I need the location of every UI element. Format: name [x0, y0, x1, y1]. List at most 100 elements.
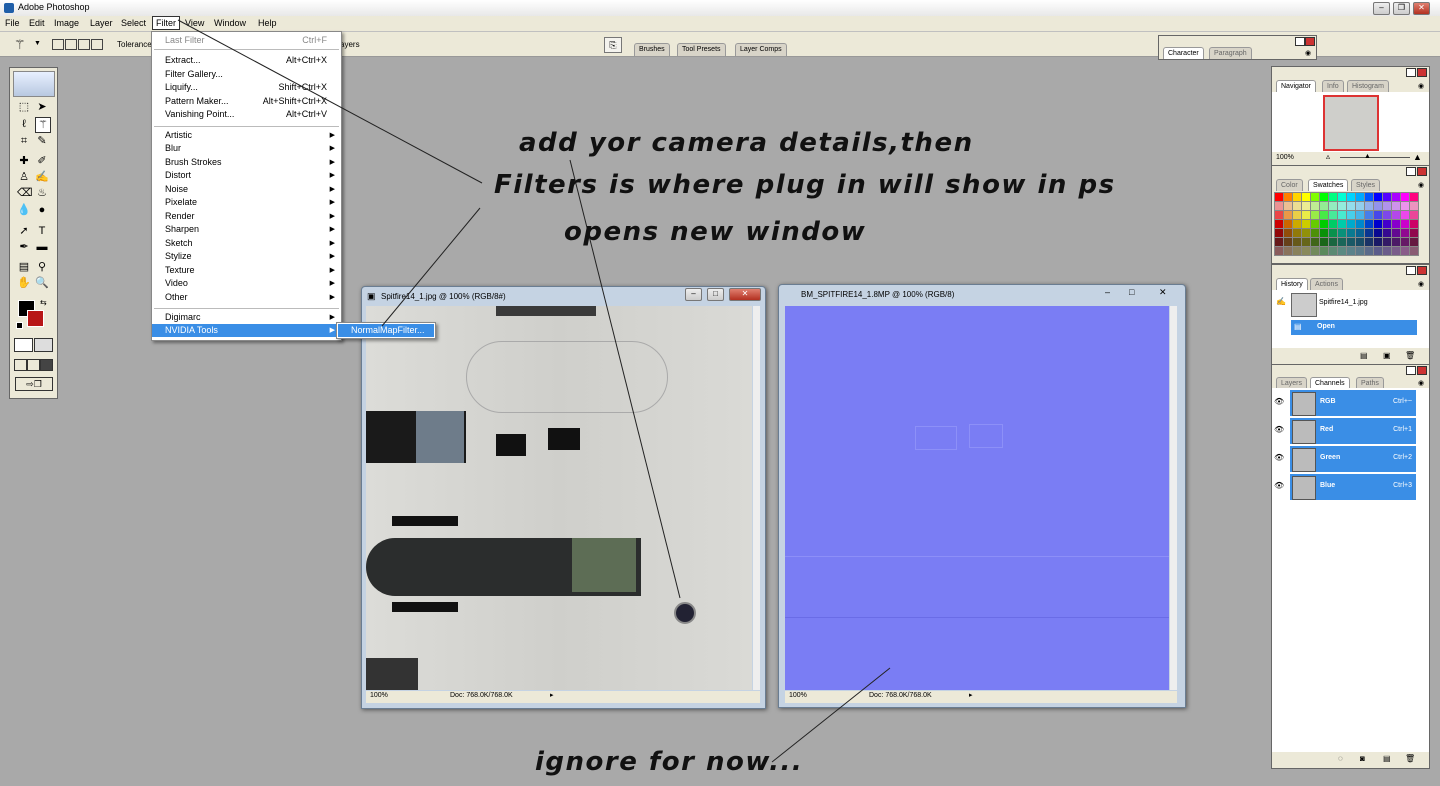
new-snapshot-icon[interactable]: ▣: [1383, 351, 1391, 360]
close-button[interactable]: ✕: [1413, 2, 1430, 15]
history-brush-source-icon[interactable]: ✍: [1276, 297, 1286, 306]
doc1-maximize-button[interactable]: □: [707, 288, 724, 301]
eye-visibility-icon[interactable]: 👁: [1274, 481, 1284, 490]
slice-icon[interactable]: ✎: [35, 134, 49, 148]
minimize-button[interactable]: –: [1373, 2, 1390, 15]
new-document-from-state-icon[interactable]: ▤: [1360, 351, 1368, 360]
zoom-out-icon[interactable]: ▵: [1326, 152, 1330, 161]
channel-row[interactable]: 👁 Red Ctrl+1: [1274, 418, 1416, 444]
type-icon[interactable]: T: [35, 224, 49, 238]
tab-history[interactable]: History: [1276, 278, 1308, 290]
screen-mode-full-menu-icon[interactable]: [27, 359, 40, 371]
menu-help[interactable]: Help: [255, 17, 280, 29]
hand-icon[interactable]: ✋: [17, 276, 31, 290]
menu-file[interactable]: File: [2, 17, 23, 29]
menu-image[interactable]: Image: [51, 17, 82, 29]
marquee-icon[interactable]: ⬚: [17, 100, 31, 114]
menu-item-liquify[interactable]: Liquify... Shift+Ctrl+X: [152, 81, 341, 94]
menu-item-pixelate[interactable]: Pixelate ▶: [152, 196, 341, 209]
menu-select[interactable]: Select: [118, 17, 149, 29]
zoom-in-icon[interactable]: ▲: [1413, 152, 1422, 162]
tab-navigator[interactable]: Navigator: [1276, 80, 1316, 92]
doc1-zoom[interactable]: 100%: [370, 692, 388, 699]
panel-minimize-icon[interactable]: [1406, 68, 1416, 77]
panel-menu-icon[interactable]: ◉: [1418, 379, 1424, 387]
doc1-vertical-scrollbar[interactable]: [753, 306, 760, 690]
tab-actions[interactable]: Actions: [1310, 278, 1343, 290]
panel-close-icon[interactable]: [1305, 37, 1315, 46]
path-select-icon[interactable]: ➚: [17, 224, 31, 238]
panel-close-icon[interactable]: [1417, 366, 1427, 375]
doc2-close-button[interactable]: ✕: [1159, 287, 1167, 298]
standard-mode-icon[interactable]: [14, 338, 33, 352]
load-selection-icon[interactable]: ◌: [1338, 754, 1343, 763]
history-state-row[interactable]: [1291, 320, 1417, 335]
palette-well-icon[interactable]: ⎘: [604, 37, 622, 53]
restore-button[interactable]: ❐: [1393, 2, 1410, 15]
subtract-selection-icon[interactable]: [78, 39, 90, 50]
navigator-proxy-view[interactable]: [1323, 95, 1379, 151]
doc2-status-arrow-icon[interactable]: ▸: [969, 691, 973, 699]
paint-bucket-icon[interactable]: ♨: [35, 186, 49, 200]
history-state-label[interactable]: Open: [1317, 323, 1335, 330]
menu-layer[interactable]: Layer: [87, 17, 116, 29]
tab-paragraph[interactable]: Paragraph: [1209, 47, 1252, 59]
magic-wand-tool-icon[interactable]: ⚚: [35, 117, 51, 133]
snapshot-label[interactable]: Spitfire14_1.jpg: [1319, 299, 1368, 306]
channel-row[interactable]: 👁 Green Ctrl+2: [1274, 446, 1416, 472]
menu-item-vanishing-point[interactable]: Vanishing Point... Alt+Ctrl+V: [152, 108, 341, 121]
eyedropper-icon[interactable]: ⚲: [35, 260, 49, 274]
jump-to-imageready-icon[interactable]: ⇨❐: [15, 377, 53, 391]
panel-menu-icon[interactable]: ◉: [1418, 82, 1424, 90]
zoom-slider[interactable]: [1340, 157, 1410, 158]
snapshot-thumbnail[interactable]: [1291, 293, 1317, 317]
panel-minimize-icon[interactable]: [1406, 366, 1416, 375]
panel-close-icon[interactable]: [1417, 68, 1427, 77]
intersect-selection-icon[interactable]: [91, 39, 103, 50]
screen-mode-full-icon[interactable]: [40, 359, 53, 371]
menu-item-artistic[interactable]: Artistic ▶: [152, 129, 341, 142]
doc2-zoom[interactable]: 100%: [789, 692, 807, 699]
doc1-close-button[interactable]: ✕: [729, 288, 761, 301]
new-selection-icon[interactable]: [52, 39, 64, 50]
pen-icon[interactable]: ✒: [17, 240, 31, 254]
dodge-icon[interactable]: ●: [35, 203, 49, 217]
doc2-minimize-button[interactable]: –: [1105, 287, 1110, 297]
default-colors-icon[interactable]: [16, 322, 23, 329]
menu-item-brush-strokes[interactable]: Brush Strokes ▶: [152, 156, 341, 169]
menu-item-last-filter[interactable]: Last Filter Ctrl+F: [152, 34, 341, 47]
doc1-status-arrow-icon[interactable]: ▸: [550, 691, 554, 699]
doc1-minimize-button[interactable]: –: [685, 288, 702, 301]
tab-character[interactable]: Character: [1163, 47, 1204, 59]
well-tab-tool-presets[interactable]: Tool Presets: [677, 43, 726, 56]
texture-canvas[interactable]: [366, 306, 752, 690]
notes-icon[interactable]: ▤: [17, 260, 31, 274]
panel-minimize-icon[interactable]: [1406, 167, 1416, 176]
panel-menu-icon[interactable]: ◉: [1305, 49, 1311, 57]
panel-close-icon[interactable]: [1417, 266, 1427, 275]
menu-item-other[interactable]: Other ▶: [152, 291, 341, 304]
tab-histogram[interactable]: Histogram: [1347, 80, 1389, 92]
save-selection-icon[interactable]: ◙: [1360, 754, 1365, 763]
eye-visibility-icon[interactable]: 👁: [1274, 453, 1284, 462]
lasso-icon[interactable]: ℓ: [17, 117, 31, 131]
panel-menu-icon[interactable]: ◉: [1418, 181, 1424, 189]
tool-preset-dropdown-icon[interactable]: ▼: [34, 40, 41, 47]
menu-item-blur[interactable]: Blur ▶: [152, 142, 341, 155]
doc2-maximize-button[interactable]: □: [1129, 287, 1134, 297]
doc2-vertical-scrollbar[interactable]: [1170, 306, 1177, 690]
quick-mask-icon[interactable]: [34, 338, 53, 352]
panel-close-icon[interactable]: [1417, 167, 1427, 176]
swatch-grid[interactable]: [1274, 192, 1419, 256]
new-channel-icon[interactable]: ▤: [1383, 754, 1391, 763]
tab-swatches[interactable]: Swatches: [1308, 179, 1349, 191]
add-selection-icon[interactable]: [65, 39, 77, 50]
menu-item-render[interactable]: Render ▶: [152, 210, 341, 223]
menu-item-sketch[interactable]: Sketch ▶: [152, 237, 341, 250]
menu-item-normalmapfilter[interactable]: NormalMapFilter...: [338, 324, 434, 337]
menu-edit[interactable]: Edit: [26, 17, 48, 29]
normal-map-canvas[interactable]: [785, 306, 1169, 690]
menu-item-texture[interactable]: Texture ▶: [152, 264, 341, 277]
menu-window[interactable]: Window: [211, 17, 249, 29]
eraser-icon[interactable]: ⌫: [17, 186, 33, 200]
